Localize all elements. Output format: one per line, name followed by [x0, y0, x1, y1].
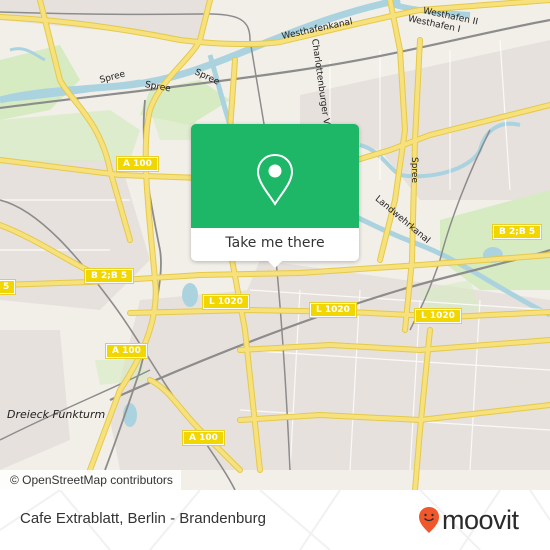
popup-pointer [267, 260, 283, 268]
road-shield: B 2;B 5 [83, 268, 135, 284]
location-popup[interactable]: Take me there [191, 124, 359, 268]
take-me-there-button[interactable]: Take me there [191, 228, 359, 261]
road-shield: L 1020 [414, 308, 462, 324]
popup-header[interactable] [191, 124, 359, 228]
road-shield: A 100 [116, 156, 159, 172]
road-shield: L 1020 [309, 302, 357, 318]
location-pin-icon [256, 153, 294, 206]
moovit-wordmark: moovit [442, 504, 519, 535]
moovit-smiley-pin-icon [419, 507, 439, 533]
place-label: Dreieck Funkturm [7, 408, 106, 421]
road-shield: L 1020 [202, 294, 250, 310]
water-label: Spree [409, 157, 419, 184]
road-shield: B 2;B 5 [491, 224, 543, 240]
road-shield: A 100 [105, 343, 148, 359]
road-shield: 5 [0, 279, 17, 295]
map-view[interactable]: A 100 B 2;B 5 5 L 1020 L 1020 L 1020 B 2… [0, 0, 550, 490]
place-name: Cafe Extrablatt, Berlin - Brandenburg [20, 510, 266, 527]
footer: Cafe Extrablatt, Berlin - Brandenburg mo… [0, 490, 550, 550]
road-shield: A 100 [182, 430, 225, 446]
moovit-logo[interactable]: moovit [418, 504, 519, 536]
map-attribution[interactable]: © OpenStreetMap contributors [0, 470, 181, 490]
